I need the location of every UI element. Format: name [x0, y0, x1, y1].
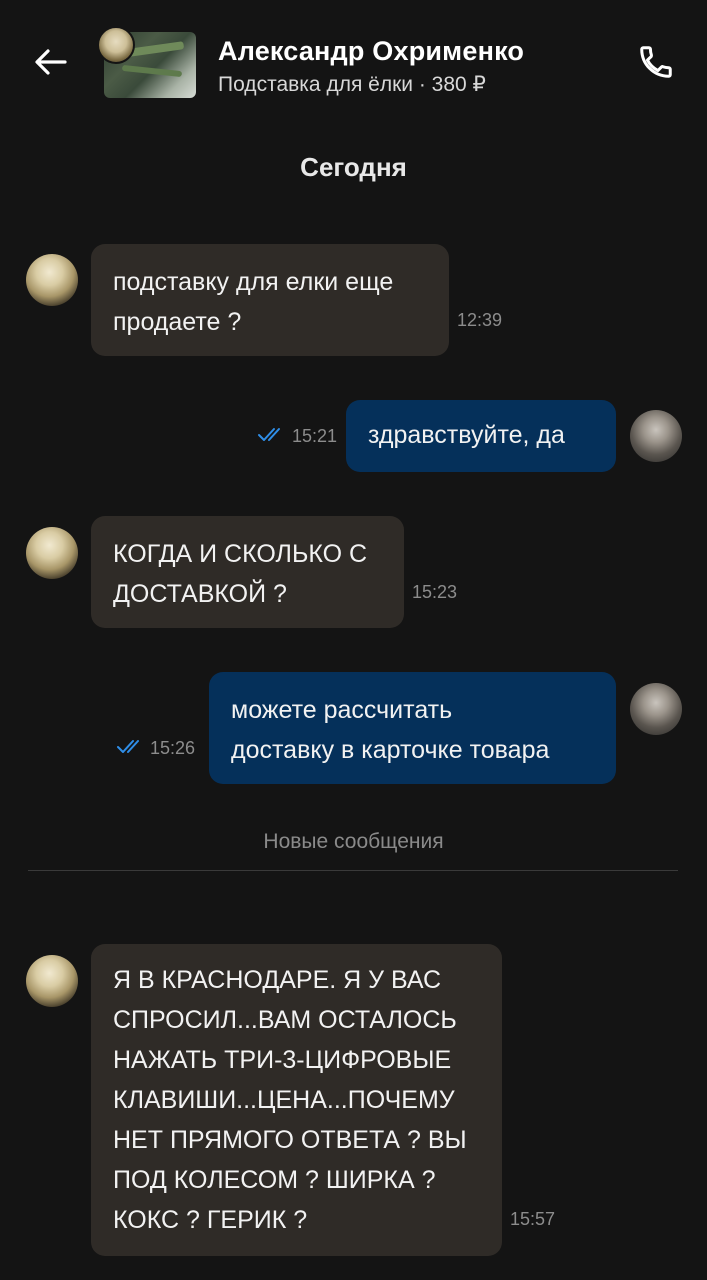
phone-icon — [640, 46, 672, 78]
message-line: здравствуйте, да — [368, 421, 565, 449]
my-avatar — [630, 683, 682, 735]
seller-avatar[interactable] — [26, 527, 78, 579]
message-line: можете рассчитать — [231, 696, 453, 724]
message-line: СПРОСИЛ...ВАМ ОСТАЛОСЬ — [113, 1006, 457, 1034]
new-messages-label: Новые сообщения — [263, 830, 444, 853]
read-double-check-icon — [117, 740, 139, 753]
message-bubble-incoming[interactable]: Я В КРАСНОДАРЕ. Я У ВАС СПРОСИЛ...ВАМ ОС… — [91, 944, 502, 1256]
message-line: подставку для елки еще — [113, 268, 394, 296]
message-time: 15:26 — [150, 738, 196, 758]
message-line: КЛАВИШИ...ЦЕНА...ПОЧЕМУ — [113, 1086, 455, 1114]
call-button[interactable] — [634, 40, 678, 84]
seller-avatar[interactable] — [26, 254, 78, 306]
message-line: продаете ? — [113, 308, 242, 336]
message-line: ДОСТАВКОЙ ? — [113, 580, 287, 608]
message-time: 12:39 — [457, 310, 503, 330]
chat-header: Александр Охрименко Подставка для ёлки ·… — [0, 0, 707, 120]
message-bubble-incoming[interactable]: подставку для елки еще продаете ? — [91, 244, 449, 356]
date-separator: Сегодня — [300, 152, 407, 182]
message-time: 15:57 — [510, 1209, 556, 1229]
message-line: НЕТ ПРЯМОГО ОТВЕТА ? ВЫ — [113, 1126, 467, 1154]
read-double-check-icon — [258, 428, 280, 441]
seller-avatar[interactable] — [26, 955, 78, 1007]
message-line: ПОД КОЛЕСОМ ? ШИРКА ? — [113, 1166, 436, 1194]
message-time: 15:23 — [412, 582, 458, 602]
message-bubble-incoming[interactable]: КОГДА И СКОЛЬКО С ДОСТАВКОЙ ? — [91, 516, 404, 628]
my-avatar — [630, 410, 682, 462]
message-line: КОКС ? ГЕРИК ? — [113, 1206, 308, 1234]
message-bubble-outgoing[interactable]: здравствуйте, да — [346, 400, 616, 472]
arrow-left-icon — [35, 49, 67, 75]
listing-title-price[interactable]: Подставка для ёлки · 380 ₽ — [218, 72, 486, 97]
message-line: доставку в карточке товара — [231, 736, 550, 764]
message-line: КОГДА И СКОЛЬКО С — [113, 540, 368, 568]
message-line: Я В КРАСНОДАРЕ. Я У ВАС — [113, 966, 442, 994]
message-time: 15:21 — [292, 426, 338, 446]
contact-name[interactable]: Александр Охрименко — [218, 36, 524, 67]
new-messages-divider — [28, 870, 678, 871]
message-line: НАЖАТЬ ТРИ-3-ЦИФРОВЫЕ — [113, 1046, 452, 1074]
message-bubble-outgoing[interactable]: можете рассчитать доставку в карточке то… — [209, 672, 616, 784]
seller-avatar-header — [97, 26, 135, 64]
back-button[interactable] — [28, 40, 72, 84]
